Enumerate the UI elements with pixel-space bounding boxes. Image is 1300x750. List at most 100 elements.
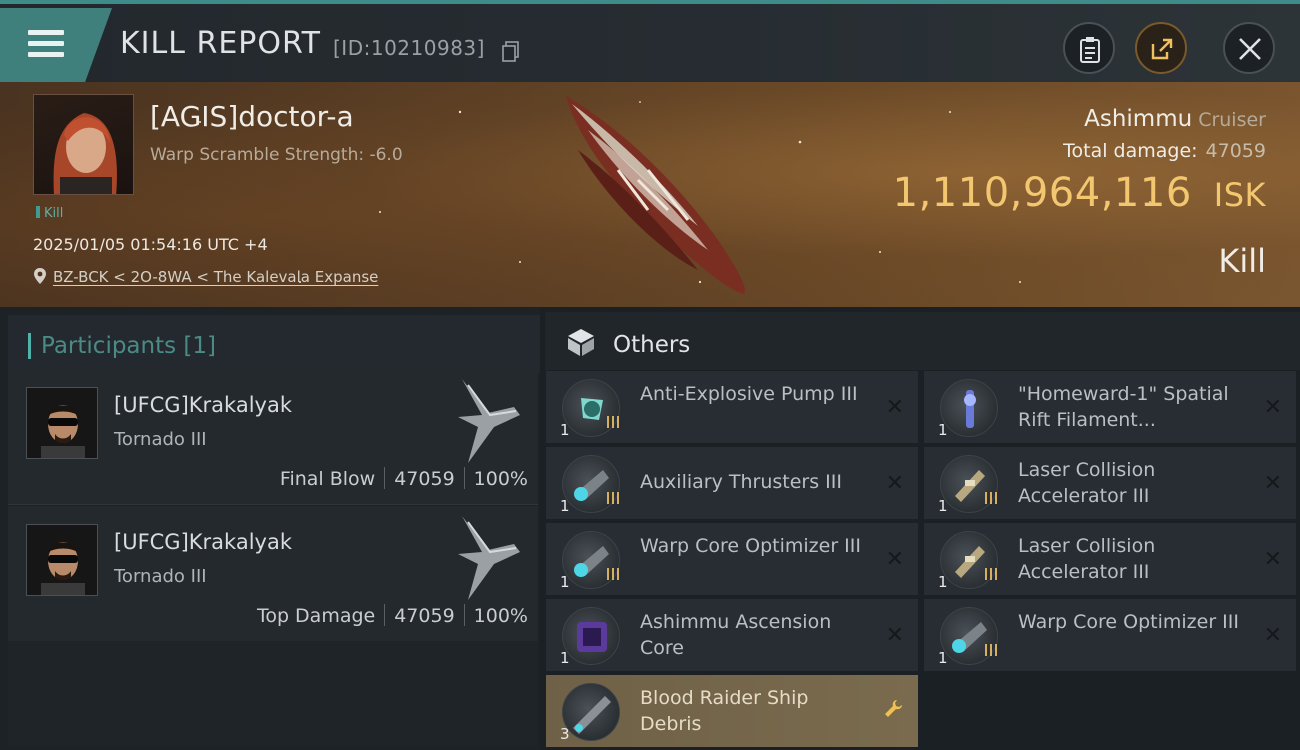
- item-quantity: 1: [560, 649, 570, 667]
- header-bar: KILL REPORT [ID:10210983]: [0, 0, 1300, 82]
- hamburger-icon: [28, 30, 64, 60]
- item-quantity: 3: [560, 725, 570, 743]
- item-quantity: 1: [938, 497, 948, 515]
- tech-level-icon: [607, 492, 619, 504]
- isk-unit: ISK: [1213, 176, 1266, 214]
- item-quantity: 1: [560, 573, 570, 591]
- others-title: Others: [613, 332, 691, 358]
- warp-core-module-icon: [562, 531, 620, 589]
- tech-level-icon: [607, 416, 619, 428]
- total-damage-value: 47059: [1205, 140, 1266, 162]
- participants-header: Participants [1]: [8, 315, 540, 373]
- isk-value: 1,110,964,116 ISK: [893, 170, 1266, 216]
- participant-row[interactable]: [UFCG]Krakalyak Tornado III Top Damage 47…: [8, 506, 538, 642]
- clipboard-icon: [1080, 37, 1100, 63]
- participants-panel: Participants [1] [UFCG]Krakalyak Tornado…: [0, 307, 540, 750]
- item-name: Auxiliary Thrusters III: [640, 471, 842, 493]
- warp-scramble-strength: Warp Scramble Strength: -6.0: [150, 145, 403, 165]
- kill-tag-label: Kill: [44, 206, 64, 221]
- participants-empty-area: [8, 641, 538, 746]
- stat-divider: [384, 604, 386, 626]
- participant-percent: 100%: [473, 605, 528, 627]
- item-card[interactable]: 1 "Homeward-1" Spatial Rift Filament... …: [924, 371, 1296, 443]
- ship-name[interactable]: Ashimmu Cruiser: [1084, 106, 1266, 132]
- header-accent-bar: [28, 333, 31, 359]
- item-name: Warp Core Optimizer III: [640, 535, 861, 557]
- victim-name[interactable]: [AGIS]doctor-a: [150, 100, 354, 133]
- item-name: Laser Collision Accelerator III: [1018, 459, 1156, 507]
- share-button[interactable]: [1135, 22, 1187, 74]
- participant-avatar[interactable]: [26, 524, 98, 596]
- ship-debris-icon: [562, 683, 620, 741]
- participants-title: Participants [1]: [41, 333, 216, 359]
- ship-render-image[interactable]: [548, 90, 758, 296]
- item-quantity: 1: [938, 649, 948, 667]
- participant-avatar[interactable]: [26, 387, 98, 459]
- tag-bar-icon: [36, 206, 40, 218]
- participant-ship[interactable]: Tornado III: [114, 429, 207, 450]
- tech-level-icon: [607, 568, 619, 580]
- location-text[interactable]: BZ-BCK < 2O-8WA < The Kalevala Expanse: [53, 268, 378, 286]
- ship-name-text[interactable]: Ashimmu: [1084, 106, 1192, 132]
- participant-damage: 47059: [394, 468, 455, 490]
- destroyed-x-icon: ✕: [1263, 471, 1282, 496]
- participant-row[interactable]: [UFCG]Krakalyak Tornado III Final Blow 47…: [8, 369, 538, 505]
- ascension-core-icon: [562, 607, 620, 665]
- participants-title-text: Participants: [41, 333, 177, 359]
- thruster-module-icon: [562, 455, 620, 513]
- tornado-ship-icon: [458, 379, 520, 463]
- ship-class: Cruiser: [1198, 109, 1266, 131]
- stat-divider: [463, 604, 465, 626]
- victim-portrait[interactable]: [33, 94, 134, 195]
- filament-icon: [940, 379, 998, 437]
- warp-core-module-icon: [940, 607, 998, 665]
- item-card[interactable]: 1 Anti-Explosive Pump III ✕: [546, 371, 918, 443]
- participant-role: Top Damage: [256, 605, 376, 627]
- others-panel: Others 1 Anti-Explosive Pump III ✕ 1 "Ho…: [540, 307, 1300, 750]
- item-card[interactable]: 1 Laser Collision Accelerator III ✕: [924, 447, 1296, 519]
- clipboard-button[interactable]: [1063, 22, 1115, 74]
- tech-level-icon: [985, 644, 997, 656]
- item-card-dropped[interactable]: 3 Blood Raider Ship Debris: [546, 675, 918, 747]
- item-name: Blood Raider Ship Debris: [640, 687, 809, 735]
- others-header: Others: [545, 312, 1300, 370]
- item-quantity: 1: [938, 421, 948, 439]
- menu-button[interactable]: [0, 8, 112, 82]
- participant-stats: Final Blow 47059 100%: [280, 467, 528, 490]
- participant-name[interactable]: [UFCG]Krakalyak: [114, 393, 292, 417]
- kill-location[interactable]: BZ-BCK < 2O-8WA < The Kalevala Expanse: [33, 267, 378, 286]
- tornado-ship-icon: [458, 516, 520, 600]
- laser-accelerator-icon: [940, 531, 998, 589]
- total-damage-label: Total damage:: [1063, 140, 1198, 162]
- participant-ship[interactable]: Tornado III: [114, 566, 207, 587]
- item-name: Laser Collision Accelerator III: [1018, 535, 1156, 583]
- laser-accelerator-icon: [940, 455, 998, 513]
- participant-role: Final Blow: [279, 468, 376, 490]
- participant-damage: 47059: [394, 605, 455, 627]
- item-card[interactable]: 1 Ashimmu Ascension Core ✕: [546, 599, 918, 671]
- share-icon: [1151, 38, 1173, 60]
- close-button[interactable]: [1223, 22, 1275, 74]
- stat-divider: [463, 467, 465, 489]
- kill-datetime: 2025/01/05 01:54:16 UTC +4: [33, 235, 268, 254]
- destroyed-x-icon: ✕: [885, 395, 904, 420]
- participant-percent: 100%: [473, 468, 528, 490]
- item-quantity: 1: [560, 497, 570, 515]
- destroyed-x-icon: ✕: [885, 547, 904, 572]
- participants-count: [1]: [183, 333, 217, 359]
- wrench-icon: [885, 700, 902, 717]
- item-quantity: 1: [938, 573, 948, 591]
- tech-level-icon: [985, 568, 997, 580]
- participant-name[interactable]: [UFCG]Krakalyak: [114, 530, 292, 554]
- item-card[interactable]: 1 Laser Collision Accelerator III ✕: [924, 523, 1296, 595]
- item-card[interactable]: 1 Auxiliary Thrusters III ✕: [546, 447, 918, 519]
- kill-id: [ID:10210983]: [333, 36, 485, 60]
- item-name: Warp Core Optimizer III: [1018, 611, 1239, 633]
- item-card[interactable]: 1 Warp Core Optimizer III ✕: [546, 523, 918, 595]
- copy-icon[interactable]: [501, 40, 521, 62]
- location-pin-icon: [34, 268, 46, 284]
- pump-module-icon: [562, 379, 620, 437]
- destroyed-x-icon: ✕: [1263, 395, 1282, 420]
- isk-amount: 1,110,964,116: [892, 170, 1192, 216]
- item-card[interactable]: 1 Warp Core Optimizer III ✕: [924, 599, 1296, 671]
